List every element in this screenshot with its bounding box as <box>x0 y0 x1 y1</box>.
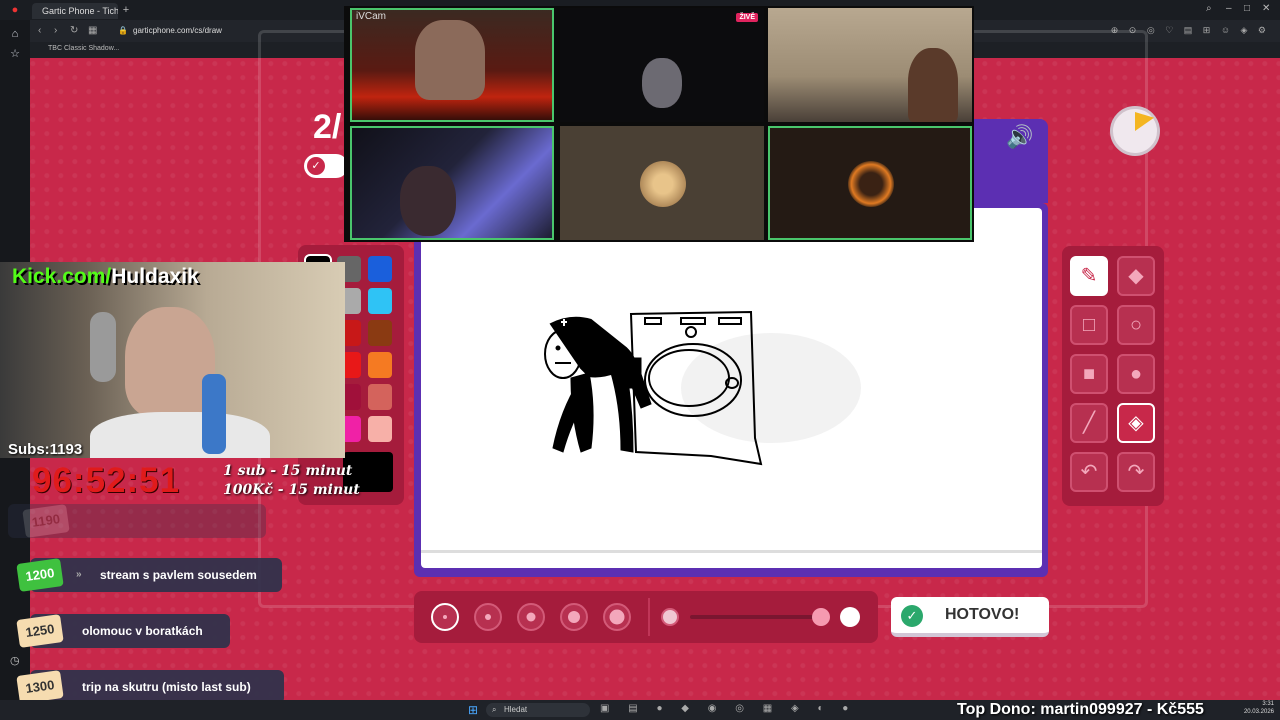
rectangle-outline-tool-button[interactable]: □ <box>1070 305 1108 345</box>
browser-tab[interactable]: Gartic Phone - Tichá pošt <box>32 3 118 19</box>
donation-rule: 100Kč - 15 minut <box>223 482 360 498</box>
done-button[interactable]: ✓ HOTOVO! <box>891 597 1049 637</box>
screen: ● Gartic Phone - Tichá pošt + ⌕ – □ ✕ ⌂ … <box>0 0 1280 720</box>
subathon-countdown: 96:52:51 <box>32 461 181 500</box>
goal-item: 1250 olomouc v boratkách <box>16 614 230 648</box>
opacity-max-indicator <box>840 607 860 627</box>
goal-amount: 1190 <box>22 504 70 538</box>
taskbar-search[interactable]: ⌕ Hledat <box>486 703 590 717</box>
search-tabs-icon[interactable]: ⌕ <box>1206 3 1212 14</box>
timer-clock <box>1110 106 1160 156</box>
undo-button[interactable]: ↶ <box>1070 452 1108 492</box>
webcam-person <box>415 20 485 100</box>
round-counter: 2/ <box>313 108 342 146</box>
goal-item: 1190 <box>8 504 266 538</box>
opacity-slider-track[interactable] <box>690 615 820 619</box>
goal-amount: 1250 <box>16 614 64 648</box>
webcam-6 <box>768 126 972 240</box>
new-tab-button[interactable]: + <box>120 4 132 16</box>
system-clock: 3:31 20.03.2026 <box>1243 701 1274 715</box>
line-tool-button[interactable]: ╱ <box>1070 403 1108 443</box>
color-swatch[interactable] <box>368 352 392 378</box>
opacity-slider-handle[interactable] <box>812 608 830 626</box>
color-swatch[interactable] <box>368 384 392 410</box>
streamer-shirt <box>90 412 270 458</box>
done-button-label: HOTOVO! <box>945 606 1020 623</box>
avatar <box>848 161 894 207</box>
sub-rule: 1 sub - 15 minut <box>223 463 353 479</box>
webcam-label: iVCam <box>356 11 387 22</box>
webcam-person <box>400 166 456 236</box>
water-bottle <box>202 374 226 454</box>
divider <box>648 598 650 636</box>
close-icon[interactable]: ✕ <box>1262 3 1270 14</box>
microphone <box>90 312 116 382</box>
goal-item: 1200 » stream s pavlem sousedem <box>16 558 282 592</box>
fill-bucket-tool-button[interactable]: ◈ <box>1117 403 1155 443</box>
webcam-1: iVCam <box>350 8 554 122</box>
streamer-webcam <box>0 262 345 458</box>
rectangle-filled-tool-button[interactable]: ■ <box>1070 354 1108 394</box>
redo-button[interactable]: ↷ <box>1117 452 1155 492</box>
search-icon: ⌕ <box>492 705 497 714</box>
start-icon[interactable]: ⊞ <box>468 703 478 717</box>
goal-amount: 1200 <box>16 558 64 592</box>
check-icon: ✓ <box>901 605 923 627</box>
channel-name: Kick.com/Huldaxik <box>12 265 199 288</box>
avatar <box>640 161 686 207</box>
brush-size-2[interactable] <box>474 603 502 631</box>
brush-size-1[interactable] <box>431 603 459 631</box>
webcam-5 <box>560 126 764 240</box>
goal-text: trip na skutru (misto last sub) <box>82 680 251 694</box>
top-donor: Top Dono: martin099927 - Kč555 <box>957 701 1204 718</box>
brush-size-3[interactable] <box>517 603 545 631</box>
color-swatch[interactable] <box>368 416 392 442</box>
eraser-tool-button[interactable]: ◆ <box>1117 256 1155 296</box>
webcam-2: ŽIVĚ <box>560 8 764 122</box>
webcam-person <box>908 48 958 122</box>
color-swatch[interactable] <box>368 256 392 282</box>
players-ready-pill: ✓ <box>304 154 348 178</box>
pen-tool-button[interactable]: ✎ <box>1070 256 1108 296</box>
volume-icon[interactable]: 🔊 <box>1006 124 1033 150</box>
webcam-3 <box>768 8 972 122</box>
color-swatch[interactable] <box>368 320 392 346</box>
pinned-apps[interactable]: ▣ ▤ ● ◆ ◉ ◎ ▦ ◈ ◐ ● <box>600 703 856 714</box>
ellipse-outline-tool-button[interactable]: ○ <box>1117 305 1155 345</box>
forward-icon[interactable]: › <box>54 25 57 36</box>
opacity-min-indicator <box>661 608 679 626</box>
goal-text: olomouc v boratkách <box>82 624 203 638</box>
maximize-icon[interactable]: □ <box>1244 3 1250 14</box>
check-icon: ✓ <box>307 157 325 175</box>
color-swatch[interactable] <box>368 288 392 314</box>
brush-size-5[interactable] <box>603 603 631 631</box>
speed-dial-icon[interactable]: ▦ <box>88 25 97 36</box>
subs-counter: Subs:1193 <box>8 441 83 458</box>
live-badge: ŽIVĚ <box>736 13 758 22</box>
opera-logo-icon[interactable]: ● <box>9 4 21 16</box>
ellipse-filled-tool-button[interactable]: ● <box>1117 354 1155 394</box>
lock-icon: 🔒 <box>118 26 128 35</box>
minimize-icon[interactable]: – <box>1226 3 1232 14</box>
goal-amount: 1300 <box>16 670 64 704</box>
history-icon[interactable]: ◷ <box>10 654 20 667</box>
webcam-person <box>642 58 682 108</box>
brush-size-4[interactable] <box>560 603 588 631</box>
goal-item: 1300 trip na skutru (misto last sub) <box>16 670 284 704</box>
user-drawing <box>544 310 861 466</box>
bookmark-star-icon[interactable]: ☆ <box>9 48 21 60</box>
webcam-4 <box>350 126 554 240</box>
back-icon[interactable]: ‹ <box>38 25 41 36</box>
bookmark-item[interactable]: TBC Classic Shadow... <box>48 45 119 52</box>
chevron-right-icon: » <box>76 569 82 580</box>
goal-text: stream s pavlem sousedem <box>100 568 257 582</box>
reload-icon[interactable]: ↻ <box>70 25 78 36</box>
home-icon[interactable]: ⌂ <box>9 28 21 40</box>
gartic-logo-watermark <box>681 333 861 443</box>
webcam-grid: iVCam ŽIVĚ <box>344 6 974 242</box>
url-field[interactable]: garticphone.com/cs/draw <box>133 26 222 35</box>
